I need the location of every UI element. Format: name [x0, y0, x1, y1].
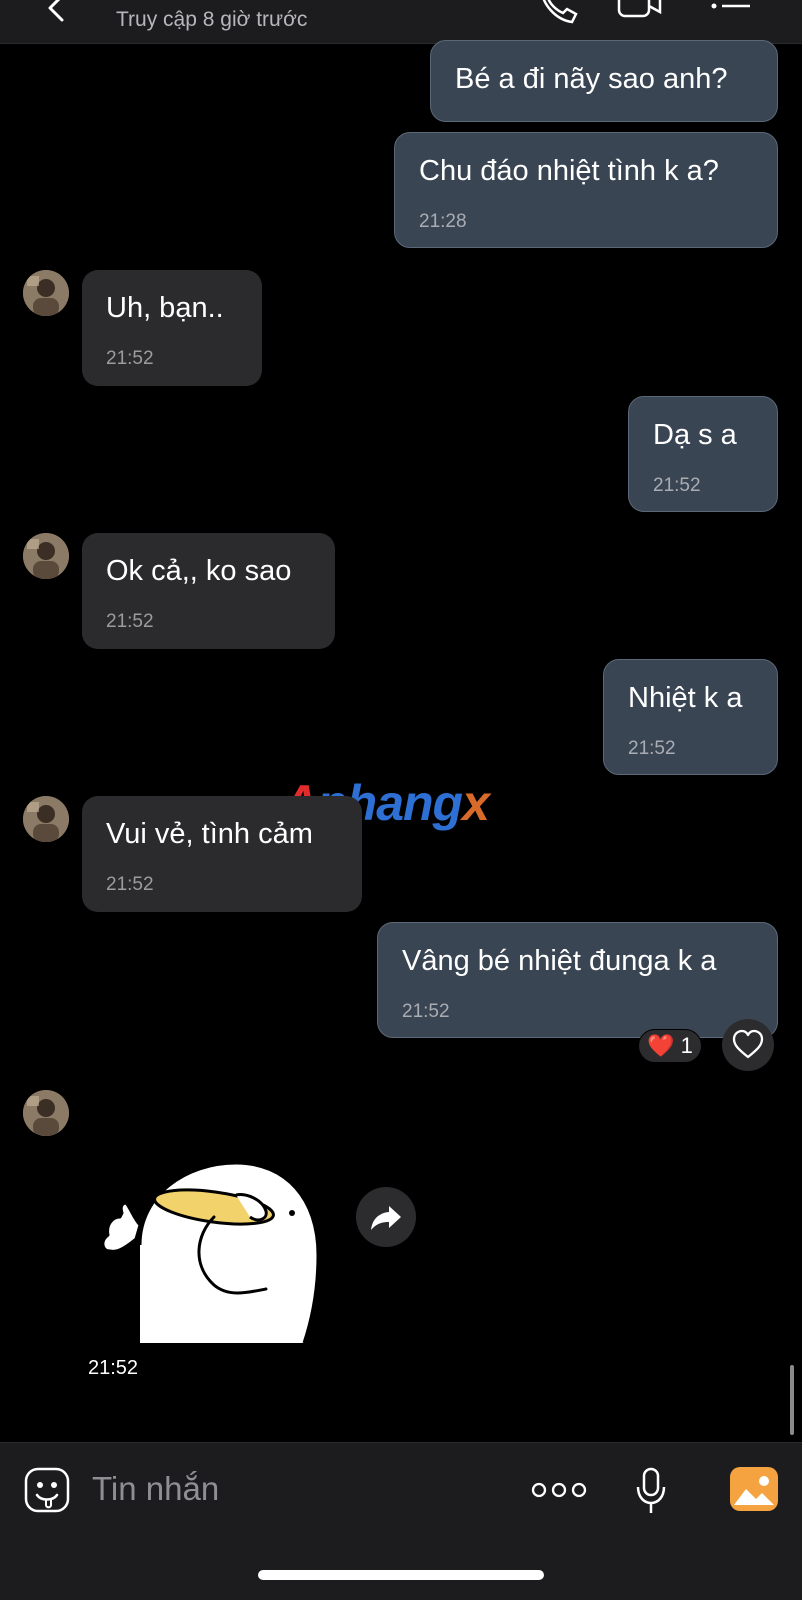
- more-options-icon[interactable]: [531, 1479, 587, 1501]
- message-text: Dạ s a: [653, 419, 737, 451]
- message-time: 21:52: [106, 348, 154, 369]
- contact-avatar[interactable]: [23, 1090, 69, 1136]
- message-time: 21:28: [419, 211, 467, 232]
- heart-reaction-icon: ❤️: [647, 1033, 675, 1058]
- message-text: Chu đáo nhiệt tình k a?: [419, 155, 719, 187]
- message-bubble-incoming[interactable]: Vui vẻ, tình cảm 21:52: [82, 796, 362, 912]
- image-icon: [734, 1476, 774, 1505]
- contact-avatar[interactable]: [23, 533, 69, 579]
- message-time: 21:52: [106, 874, 154, 895]
- message-text: Vâng bé nhiệt đunga k a: [402, 945, 717, 977]
- message-text: Nhiệt k a: [628, 682, 743, 714]
- home-indicator: [258, 1570, 544, 1580]
- message-bubble-outgoing[interactable]: Nhiệt k a 21:52: [603, 659, 778, 775]
- heart-outline-icon: [732, 1029, 764, 1059]
- forward-button[interactable]: [356, 1187, 416, 1247]
- message-time: 21:52: [628, 738, 676, 759]
- message-time: 21:52: [402, 1001, 450, 1022]
- contact-avatar[interactable]: [23, 796, 69, 842]
- photo-gallery-button[interactable]: [730, 1467, 778, 1511]
- message-time: 21:52: [106, 611, 154, 632]
- message-bubble-outgoing[interactable]: Bé a đi nãy sao anh?: [430, 40, 778, 122]
- phone-icon[interactable]: [536, 0, 582, 26]
- menu-list-icon[interactable]: [708, 0, 754, 26]
- last-seen-status: Truy cập 8 giờ trước: [116, 8, 308, 31]
- emoji-icon[interactable]: [24, 1467, 70, 1513]
- reaction-badge[interactable]: ❤️ 1: [638, 1029, 702, 1063]
- duck-sticker-image[interactable]: [96, 1155, 326, 1345]
- message-bubble-outgoing[interactable]: Dạ s a 21:52: [628, 396, 778, 512]
- message-time: 21:52: [82, 1355, 145, 1382]
- forward-arrow-icon: [371, 1206, 401, 1230]
- message-text: Ok cả,, ko sao: [106, 555, 292, 587]
- message-input[interactable]: [92, 1463, 492, 1515]
- message-bubble-incoming[interactable]: Ok cả,, ko sao 21:52: [82, 533, 335, 649]
- message-time: 21:52: [653, 475, 701, 496]
- message-bubble-outgoing[interactable]: Chu đáo nhiệt tình k a? 21:28: [394, 132, 778, 248]
- message-text: Uh, bạn..: [106, 292, 224, 324]
- message-bubble-incoming[interactable]: Uh, bạn.. 21:52: [82, 270, 262, 386]
- microphone-icon[interactable]: [634, 1467, 668, 1515]
- message-text: Bé a đi nãy sao anh?: [455, 63, 728, 95]
- message-bubble-outgoing[interactable]: Vâng bé nhiệt đunga k a 21:52: [377, 922, 778, 1038]
- scrollbar[interactable]: [790, 1365, 794, 1435]
- message-text: Vui vẻ, tình cảm: [106, 818, 313, 850]
- contact-avatar[interactable]: [23, 270, 69, 316]
- video-call-icon[interactable]: [616, 0, 662, 26]
- react-heart-button[interactable]: [722, 1019, 774, 1071]
- message-composer: [0, 1442, 802, 1600]
- reaction-count: 1: [680, 1033, 693, 1058]
- back-arrow-icon[interactable]: [42, 0, 72, 24]
- chat-header: Truy cập 8 giờ trước: [0, 0, 802, 44]
